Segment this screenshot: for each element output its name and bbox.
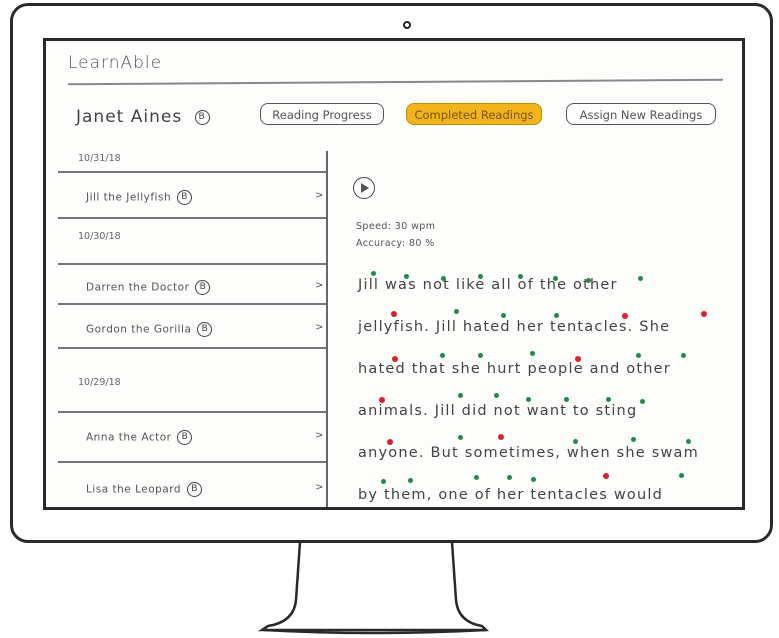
correct-word-marker — [404, 274, 409, 279]
correct-word-marker — [553, 276, 558, 281]
date-header: 10/31/18 — [78, 153, 121, 164]
correct-word-marker — [686, 439, 691, 444]
chevron-right-icon: > — [315, 322, 324, 333]
error-word-marker — [575, 356, 581, 362]
error-word-marker — [387, 439, 393, 445]
correct-word-marker — [681, 353, 686, 358]
level-badge-icon: B — [187, 482, 203, 497]
level-badge-icon: B — [177, 190, 193, 205]
level-badge-icon: B — [195, 280, 211, 295]
level-badge-icon: B — [177, 430, 193, 445]
correct-word-marker — [638, 276, 643, 281]
passage-line: by them, one of her tentacles would — [358, 487, 663, 503]
divider — [58, 171, 328, 173]
correct-word-marker — [564, 397, 569, 402]
error-word-marker — [603, 473, 609, 479]
correct-word-marker — [554, 313, 559, 318]
correct-word-marker — [586, 278, 591, 283]
divider — [58, 263, 328, 265]
list-item[interactable]: Jill the Jellyfish B > — [58, 179, 328, 215]
list-item[interactable]: Anna the Actor B > — [58, 419, 328, 455]
level-badge-icon: B — [194, 109, 210, 125]
error-word-marker — [498, 434, 504, 440]
list-item[interactable]: Lisa the Leopard B > — [58, 471, 328, 507]
reading-title: Anna the Actor B — [86, 430, 193, 445]
tab-assign-new-readings[interactable]: Assign New Readings — [566, 103, 716, 125]
reading-title: Gordon the Gorilla B — [86, 322, 213, 337]
level-badge-icon: B — [197, 322, 213, 337]
tab-completed-readings[interactable]: Completed Readings — [406, 103, 542, 125]
reading-title: Jill the Jellyfish B — [86, 190, 193, 205]
speed-stat: Speed: 30 wpm — [356, 221, 436, 232]
error-word-marker — [391, 311, 397, 317]
passage-line: hated that she hurt people and other — [358, 361, 671, 377]
readings-list: 10/31/18 Jill the Jellyfish B > 10/30/18 … — [58, 151, 328, 507]
divider — [58, 347, 328, 349]
reading-title: Darren the Doctor B — [86, 280, 211, 295]
chevron-right-icon: > — [315, 190, 324, 201]
correct-word-marker — [636, 353, 641, 358]
divider — [58, 411, 328, 413]
passage-line: anyone. But sometimes, when she swam — [358, 445, 699, 461]
student-name: Janet Aines B — [76, 107, 210, 127]
correct-word-marker — [381, 479, 386, 484]
correct-word-marker — [518, 274, 523, 279]
error-word-marker — [379, 397, 385, 403]
chevron-right-icon: > — [315, 430, 324, 441]
error-word-marker — [392, 356, 398, 362]
divider — [58, 303, 328, 305]
header-divider — [68, 78, 723, 86]
list-item[interactable]: Darren the Doctor B > — [58, 269, 328, 305]
monitor-stand — [257, 541, 490, 635]
date-header: 10/29/18 — [78, 377, 121, 388]
correct-word-marker — [371, 271, 376, 276]
divider — [58, 217, 328, 219]
camera-icon — [403, 21, 411, 29]
play-audio-icon[interactable] — [353, 177, 375, 199]
correct-word-marker — [526, 397, 531, 402]
accuracy-stat: Accuracy: 80 % — [356, 238, 435, 249]
correct-word-marker — [640, 399, 645, 404]
correct-word-marker — [507, 475, 512, 480]
correct-word-marker — [454, 309, 459, 314]
app-title: LearnAble — [68, 53, 163, 73]
divider — [58, 461, 328, 463]
correct-word-marker — [458, 393, 463, 398]
correct-word-marker — [606, 397, 611, 402]
passage-line: Jill was not like all of the other — [358, 277, 618, 293]
correct-word-marker — [679, 473, 684, 478]
student-name-label: Janet Aines — [76, 107, 183, 127]
correct-word-marker — [573, 439, 578, 444]
chevron-right-icon: > — [315, 482, 324, 493]
correct-word-marker — [531, 477, 536, 482]
correct-word-marker — [474, 475, 479, 480]
correct-word-marker — [478, 353, 483, 358]
correct-word-marker — [478, 274, 483, 279]
tab-reading-progress[interactable]: Reading Progress — [260, 103, 384, 125]
passage-line: animals. Jill did not want to sting — [358, 403, 638, 419]
error-word-marker — [701, 311, 707, 317]
correct-word-marker — [631, 437, 636, 442]
correct-word-marker — [408, 478, 413, 483]
correct-word-marker — [530, 351, 535, 356]
correct-word-marker — [440, 353, 445, 358]
date-header: 10/30/18 — [78, 231, 121, 242]
pane-divider — [326, 151, 328, 507]
reading-title: Lisa the Leopard B — [86, 482, 203, 497]
correct-word-marker — [441, 276, 446, 281]
list-item[interactable]: Gordon the Gorilla B > — [58, 311, 328, 347]
error-word-marker — [622, 313, 628, 319]
correct-word-marker — [494, 393, 499, 398]
chevron-right-icon: > — [315, 280, 324, 291]
app-screen: LearnAble Janet Aines B Reading Progress… — [43, 38, 745, 510]
correct-word-marker — [501, 313, 506, 318]
correct-word-marker — [458, 435, 463, 440]
